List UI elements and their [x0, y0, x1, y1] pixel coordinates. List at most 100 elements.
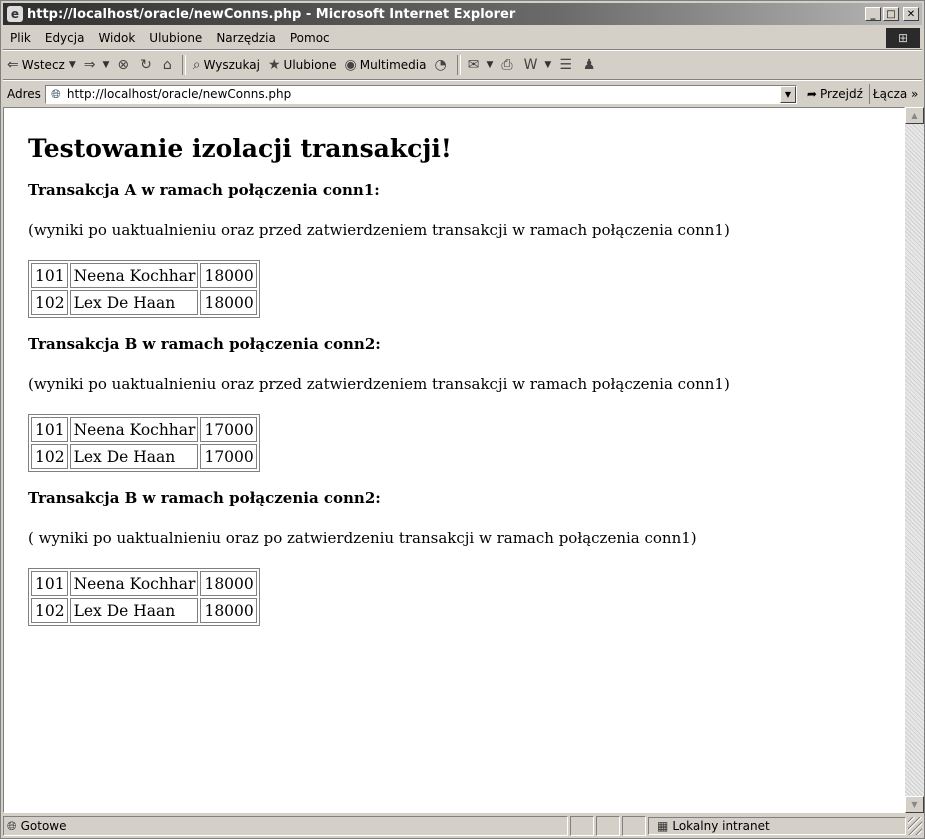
cell-salary: 17000	[200, 444, 257, 469]
close-button[interactable]: ✕	[903, 7, 919, 21]
table-row: 102 Lex De Haan 17000	[31, 444, 257, 469]
print-icon: ⎙	[501, 57, 513, 73]
cell-salary: 18000	[200, 290, 257, 315]
browser-window: e http://localhost/oracle/newConns.php -…	[0, 0, 925, 839]
back-button[interactable]: ⇐ Wstecz ▼	[3, 53, 80, 77]
edit-button[interactable]: W ▼	[520, 53, 556, 77]
menu-tools[interactable]: Narzędzia	[209, 31, 283, 45]
cell-salary: 18000	[200, 571, 257, 596]
toolbar-separator	[456, 55, 461, 75]
home-icon: ⌂	[162, 57, 172, 73]
cell-id: 102	[31, 598, 68, 623]
media-label: Multimedia	[359, 58, 427, 72]
window-title: http://localhost/oracle/newConns.php - M…	[27, 6, 516, 22]
cell-salary: 18000	[200, 598, 257, 623]
media-button[interactable]: ◉ Multimedia	[341, 53, 431, 77]
cell-id: 101	[31, 263, 68, 288]
address-label: Adres	[7, 87, 41, 101]
mail-button[interactable]: ✉ ▼	[464, 53, 498, 77]
back-label: Wstecz	[21, 58, 65, 72]
page-heading: Testowanie izolacji transakcji!	[28, 134, 452, 163]
results-table: 101 Neena Kochhar 18000 102 Lex De Haan …	[28, 260, 260, 318]
chevron-down-icon[interactable]: ▼	[69, 60, 76, 70]
results-table: 101 Neena Kochhar 18000 102 Lex De Haan …	[28, 568, 260, 626]
discuss-button[interactable]: ☰	[555, 53, 579, 77]
address-input[interactable]: 🌐︎ http://localhost/oracle/newConns.php …	[44, 84, 797, 104]
go-button[interactable]: ➦ Przejdź	[797, 87, 869, 101]
forward-button[interactable]: ⇒ ▼	[80, 53, 114, 77]
home-button[interactable]: ⌂	[159, 53, 179, 77]
toolbar-separator	[181, 55, 186, 75]
section-title: Transakcja A w ramach połączenia conn1:	[28, 181, 380, 199]
status-bar: 🌐︎ Gotowe ▦ Lokalny intranet	[3, 815, 922, 837]
scroll-down-button[interactable]: ▼	[905, 796, 924, 813]
zone-label: Lokalny intranet	[672, 819, 770, 833]
vertical-scrollbar[interactable]: ▲ ▼	[905, 107, 924, 813]
section-title: Transakcja B w ramach połączenia conn2:	[28, 489, 381, 507]
cell-name: Lex De Haan	[69, 290, 199, 315]
cell-id: 101	[31, 571, 68, 596]
cell-id: 102	[31, 444, 68, 469]
section-note: (wyniki po uaktualnieniu oraz przed zatw…	[28, 221, 730, 239]
cell-salary: 17000	[200, 417, 257, 442]
refresh-button[interactable]: ↻	[136, 53, 159, 77]
section-2: Transakcja B w ramach połączenia conn2: …	[28, 335, 894, 472]
chevron-down-icon[interactable]: ▼	[486, 60, 493, 70]
history-button[interactable]: ◔	[430, 53, 453, 77]
title-bar[interactable]: e http://localhost/oracle/newConns.php -…	[3, 3, 922, 25]
windows-logo-icon: ⊞	[886, 28, 920, 48]
status-main: 🌐︎ Gotowe	[3, 816, 568, 836]
section-3: Transakcja B w ramach połączenia conn2: …	[28, 489, 894, 626]
history-icon: ◔	[434, 57, 447, 73]
minimize-button[interactable]: _	[865, 7, 881, 21]
stop-button[interactable]: ⊗	[113, 53, 136, 77]
favorites-button[interactable]: ★ Ulubione	[264, 53, 341, 77]
scroll-up-button[interactable]: ▲	[905, 107, 924, 124]
favorites-icon: ★	[267, 57, 281, 73]
links-button[interactable]: Łącza »	[868, 84, 922, 104]
intranet-zone-icon: ▦	[657, 819, 669, 833]
table-row: 101 Neena Kochhar 17000	[31, 417, 257, 442]
cell-id: 102	[31, 290, 68, 315]
menu-file[interactable]: Plik	[3, 31, 38, 45]
section-1: Transakcja A w ramach połączenia conn1: …	[28, 181, 894, 318]
table-row: 101 Neena Kochhar 18000	[31, 571, 257, 596]
security-zone: ▦ Lokalny intranet	[648, 817, 906, 835]
table-row: 102 Lex De Haan 18000	[31, 598, 257, 623]
search-button[interactable]: ⌕ Wyszukaj	[189, 53, 264, 77]
section-note: ( wyniki po uaktualnieniu oraz po zatwie…	[28, 529, 697, 547]
maximize-button[interactable]: □	[883, 7, 899, 21]
address-url[interactable]: http://localhost/oracle/newConns.php	[67, 87, 780, 101]
menu-view[interactable]: Widok	[91, 31, 142, 45]
cell-name: Neena Kochhar	[69, 263, 199, 288]
discuss-icon: ☰	[559, 57, 572, 73]
messenger-button[interactable]: ♟	[579, 53, 603, 77]
search-icon: ⌕	[192, 57, 201, 73]
menu-favorites[interactable]: Ulubione	[142, 31, 209, 45]
section-title: Transakcja B w ramach połączenia conn2:	[28, 335, 381, 353]
resize-grip[interactable]	[908, 817, 922, 835]
cell-salary: 18000	[200, 263, 257, 288]
print-button[interactable]: ⎙	[497, 53, 519, 77]
menu-edit[interactable]: Edycja	[38, 31, 92, 45]
cell-name: Lex De Haan	[69, 598, 199, 623]
section-note: (wyniki po uaktualnieniu oraz przed zatw…	[28, 375, 730, 393]
chevron-down-icon[interactable]: ▼	[103, 60, 110, 70]
status-panel	[622, 816, 646, 836]
messenger-icon: ♟	[582, 57, 596, 73]
page-viewport[interactable]: Testowanie izolacji transakcji! Transakc…	[3, 107, 905, 813]
address-dropdown-button[interactable]: ▼	[779, 85, 796, 103]
address-bar: Adres 🌐︎ http://localhost/oracle/newConn…	[3, 80, 922, 108]
back-arrow-icon: ⇐	[7, 57, 19, 73]
table-row: 102 Lex De Haan 18000	[31, 290, 257, 315]
favorites-label: Ulubione	[283, 58, 337, 72]
standard-toolbar: ⇐ Wstecz ▼ ⇒ ▼ ⊗ ↻ ⌂ ⌕ Wyszukaj ★ Ulubio…	[3, 50, 922, 80]
refresh-icon: ↻	[140, 57, 152, 73]
cell-id: 101	[31, 417, 68, 442]
menu-help[interactable]: Pomoc	[283, 31, 337, 45]
status-text: Gotowe	[20, 819, 67, 833]
page-icon: 🌐︎	[51, 87, 61, 101]
mail-icon: ✉	[467, 57, 480, 73]
status-panel	[596, 816, 620, 836]
chevron-down-icon[interactable]: ▼	[544, 60, 551, 70]
